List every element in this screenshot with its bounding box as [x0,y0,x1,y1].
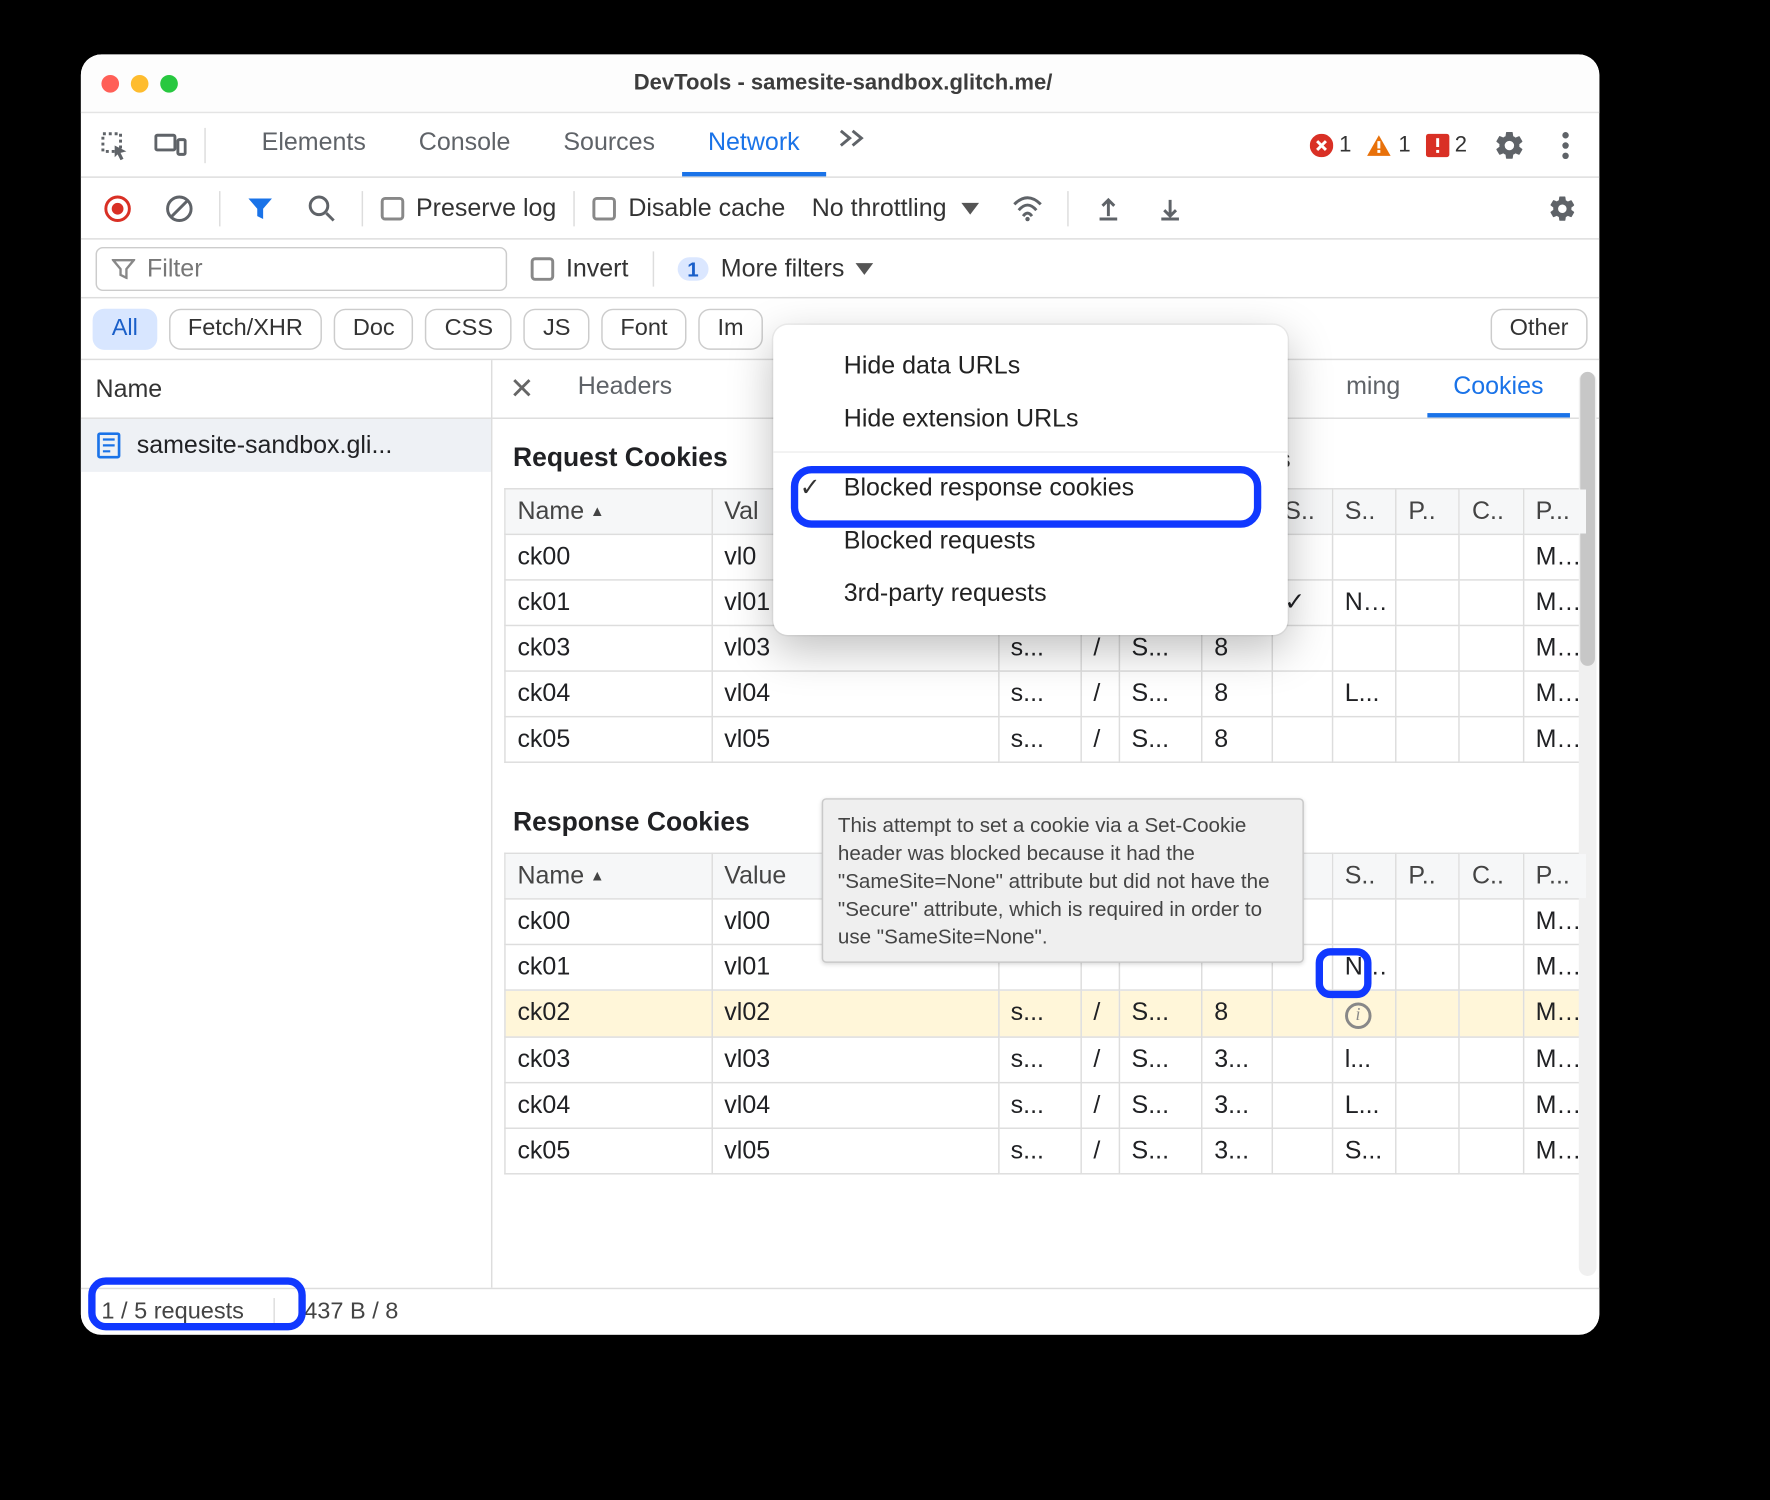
col-s2[interactable]: S.. [1332,489,1396,535]
cookie-blocked-tooltip: This attempt to set a cookie via a Set-C… [822,798,1304,963]
tab-sources[interactable]: Sources [537,113,682,176]
col-c[interactable]: C.. [1459,489,1523,535]
funnel-icon [112,258,136,279]
zoom-window-button[interactable] [160,74,178,92]
request-name: samesite-sandbox.gli... [137,431,393,460]
search-icon[interactable] [300,186,344,230]
devtools-main-toolbar: Elements Console Sources Network 1 1 2 [81,113,1600,178]
chevron-down-icon [961,202,979,214]
record-button[interactable] [96,186,140,230]
more-filters-button[interactable]: 1 More filters [677,254,874,283]
more-options-icon[interactable] [1544,123,1588,167]
download-har-icon[interactable] [1148,186,1192,230]
clear-button[interactable] [157,186,201,230]
more-filters-menu: Hide data URLs Hide extension URLs ✓ Blo… [773,325,1287,635]
network-conditions-icon[interactable] [1005,186,1049,230]
info-icon-cell: i [1332,990,1396,1036]
error-count: 1 [1339,132,1351,157]
table-row[interactable]: ck05vl05s.../S...8M... [505,717,1587,763]
error-count-badge[interactable]: 1 [1310,132,1352,157]
col-pr[interactable]: P... [1523,489,1587,535]
warning-count: 1 [1398,132,1410,157]
table-row[interactable]: ck04vl04s.../S...8L...M... [505,671,1587,717]
menu-item-blocked-response-cookies[interactable]: ✓ Blocked response cookies [773,462,1287,515]
tab-console[interactable]: Console [392,113,537,176]
check-icon: ✓ [800,473,821,502]
menu-item-hide-extension-urls[interactable]: Hide extension URLs [773,392,1287,452]
col-pr[interactable]: P... [1523,853,1587,899]
chip-img[interactable]: Im [698,308,762,349]
filter-input[interactable]: Filter [96,246,508,290]
menu-item-3rd-party-requests[interactable]: 3rd-party requests [773,567,1287,620]
filter-toggle-icon[interactable] [238,186,282,230]
disable-cache-label: Disable cache [628,193,785,222]
chip-doc[interactable]: Doc [334,308,414,349]
detail-tab-cookies[interactable]: Cookies [1427,360,1570,417]
detail-tab-headers[interactable]: Headers [551,360,698,417]
chip-fetch-xhr[interactable]: Fetch/XHR [169,308,322,349]
invert-checkbox[interactable]: Invert [531,254,629,283]
col-p[interactable]: P.. [1396,853,1460,899]
more-filters-label: More filters [721,254,845,283]
close-detail-button[interactable]: ✕ [492,370,551,407]
col-c[interactable]: C.. [1459,853,1523,899]
menu-item-hide-data-urls[interactable]: Hide data URLs [773,340,1287,393]
col-name[interactable]: Name▲ [505,489,712,535]
inspect-element-icon[interactable] [93,123,137,167]
col-name[interactable]: Name▲ [505,853,712,899]
chip-css[interactable]: CSS [426,308,513,349]
device-toolbar-icon[interactable] [148,123,192,167]
preserve-log-checkbox[interactable]: Preserve log [381,193,557,222]
chevron-down-icon [856,262,874,274]
chip-font[interactable]: Font [601,308,686,349]
table-row[interactable]: ck03vl03s.../S...3...l...M... [505,1036,1587,1082]
request-row[interactable]: samesite-sandbox.gli... [81,419,491,472]
titlebar: DevTools - samesite-sandbox.glitch.me/ [81,54,1600,113]
filter-toolbar: Filter Invert 1 More filters [81,240,1600,299]
col-p[interactable]: P.. [1396,489,1460,535]
info-icon[interactable]: i [1345,1002,1371,1028]
preserve-log-label: Preserve log [416,193,556,222]
document-icon [96,432,122,458]
warning-count-badge[interactable]: 1 [1366,132,1411,157]
throttling-value: No throttling [812,193,947,222]
requests-count: 1 / 5 requests [93,1296,253,1328]
statusbar: 1 / 5 requests 437 B / 8 [81,1288,1600,1335]
table-row[interactable]: ck04vl04s.../S...3...L...M... [505,1082,1587,1128]
upload-har-icon[interactable] [1086,186,1130,230]
tab-elements[interactable]: Elements [235,113,392,176]
menu-item-blocked-requests[interactable]: Blocked requests [773,515,1287,568]
minimize-window-button[interactable] [131,74,149,92]
invert-label: Invert [566,254,629,283]
tab-network[interactable]: Network [682,113,827,176]
table-row[interactable]: ck02vl02s.../S...8iM... [505,990,1587,1036]
filter-placeholder: Filter [147,254,203,283]
detail-tab-timing[interactable]: ming [1320,360,1427,417]
issues-count: 2 [1455,132,1467,157]
window-controls [101,74,177,92]
transfer-size: 437 B / 8 [295,1296,407,1328]
chip-all[interactable]: All [93,308,157,349]
issues-count-badge[interactable]: 2 [1425,132,1467,157]
disable-cache-checkbox[interactable]: Disable cache [593,193,785,222]
more-filters-count: 1 [677,257,709,281]
network-settings-gear-icon[interactable] [1541,186,1585,230]
network-toolbar: Preserve log Disable cache No throttling [81,178,1600,240]
col-s2[interactable]: S.. [1332,853,1396,899]
chip-other[interactable]: Other [1491,308,1588,349]
status-counters[interactable]: 1 1 2 [1310,132,1467,157]
panel-tabs: Elements Console Sources Network [235,113,879,176]
requests-list: Name samesite-sandbox.gli... [81,360,493,1288]
throttling-select[interactable]: No throttling [803,193,988,222]
window-title: DevTools - samesite-sandbox.glitch.me/ [178,71,1508,96]
table-row[interactable]: ck05vl05s.../S...3...S...M... [505,1127,1587,1173]
requests-list-header[interactable]: Name [81,360,491,419]
chip-js[interactable]: JS [524,308,590,349]
settings-gear-icon[interactable] [1488,123,1532,167]
close-window-button[interactable] [101,74,119,92]
more-tabs-icon[interactable] [826,113,879,176]
